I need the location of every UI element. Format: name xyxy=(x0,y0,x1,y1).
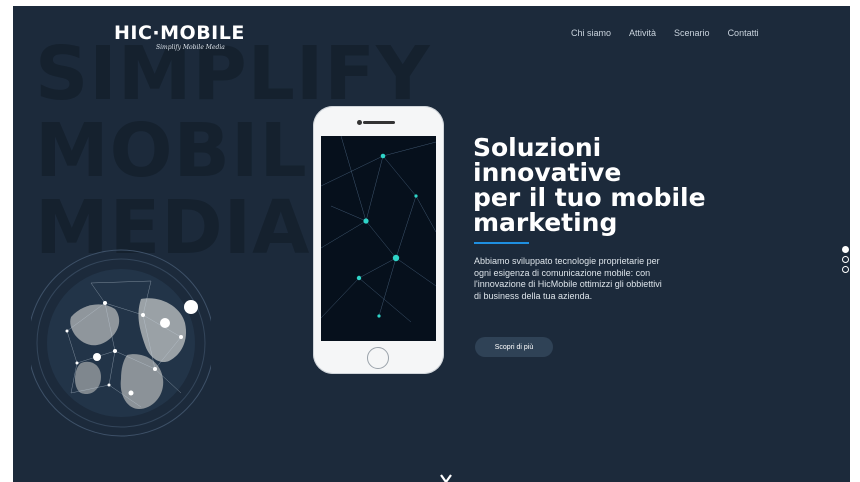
description-line: di business della tua azienda. xyxy=(474,290,593,301)
description-line: ogni esigenza di comunicazione mobile: c… xyxy=(474,267,651,278)
network-graphic xyxy=(320,135,437,323)
description-line: Abbiamo sviluppato tecnologie proprietar… xyxy=(474,256,660,266)
hero-section: SIMPLIFY MOBILE MEDIA HIC·MOBILE Simplif… xyxy=(13,6,850,482)
nav-item-contatti[interactable]: Contatti xyxy=(728,28,759,38)
logo-text: HIC·MOBILE xyxy=(114,22,245,44)
slider-dot-3[interactable] xyxy=(842,266,849,273)
logo[interactable]: HIC·MOBILE Simplify Mobile Media xyxy=(114,22,245,51)
slider-dot-1[interactable] xyxy=(842,246,849,253)
slider-dot-2[interactable] xyxy=(842,256,849,263)
hero-description: Abbiamo sviluppato tecnologie proprietar… xyxy=(474,256,729,302)
main-nav: Chi siamo Attività Scenario Contatti xyxy=(571,28,759,38)
chevron-down-icon[interactable] xyxy=(440,474,452,482)
nav-item-chi-siamo[interactable]: Chi siamo xyxy=(571,28,611,38)
nav-item-scenario[interactable]: Scenario xyxy=(674,28,710,38)
discover-more-button[interactable]: Scopri di più xyxy=(475,337,553,357)
description-line: l'innovazione di HicMobile ottimizzi gli… xyxy=(474,279,662,289)
globe-illustration xyxy=(31,249,211,437)
phone-home-button xyxy=(367,347,389,369)
nav-item-attivita[interactable]: Attività xyxy=(629,28,656,38)
background-word: SIMPLIFY xyxy=(35,31,431,117)
phone-camera xyxy=(357,120,362,125)
hero-headline: Soluzioni innovative per il tuo mobile m… xyxy=(473,135,803,235)
background-word: MOBILE xyxy=(35,108,360,194)
headline-line: marketing xyxy=(473,208,618,237)
phone-mockup xyxy=(313,106,444,374)
phone-screen xyxy=(320,135,437,341)
headline-line: per il tuo mobile xyxy=(473,183,706,212)
logo-tagline: Simplify Mobile Media xyxy=(156,44,225,51)
phone-speaker xyxy=(363,121,395,124)
headline-line: Soluzioni xyxy=(473,133,602,162)
slider-dots xyxy=(842,246,849,273)
headline-line: innovative xyxy=(473,158,622,187)
accent-divider xyxy=(474,242,529,244)
